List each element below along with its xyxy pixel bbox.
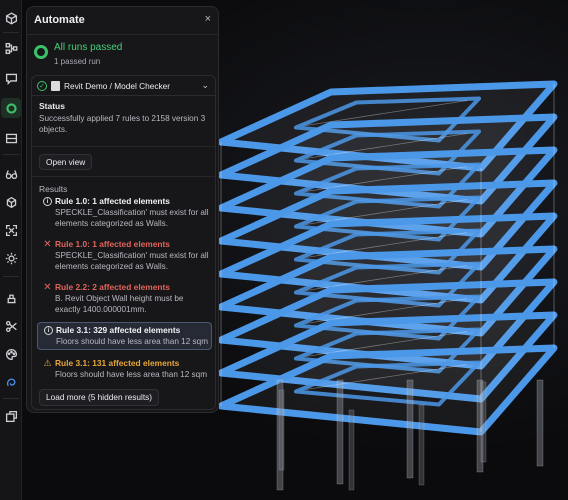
open-view-button[interactable]: Open view	[39, 154, 93, 170]
glasses-icon[interactable]	[1, 164, 21, 184]
measure-icon[interactable]	[1, 288, 21, 308]
viewer-toolbar	[0, 0, 22, 500]
column	[336, 379, 344, 485]
revit-logo-icon	[51, 81, 60, 91]
column	[480, 381, 487, 463]
result-title: Rule 2.2: 2 affected elements	[55, 282, 170, 292]
sun-icon[interactable]	[1, 248, 21, 268]
result-title: Rule 3.1: 329 affected elements	[56, 325, 181, 335]
column	[536, 379, 544, 467]
chevron-down-icon[interactable]: ⌄	[201, 80, 209, 91]
summary-title: All runs passed	[54, 42, 123, 53]
summary-subtitle: 1 passed run	[54, 57, 101, 66]
header-divider	[27, 34, 218, 35]
speckle-icon[interactable]	[1, 372, 21, 392]
palette-icon[interactable]	[1, 344, 21, 364]
column	[348, 409, 355, 491]
run-card: ✓ Revit Demo / Model Checker ⌄ Status Su…	[31, 75, 216, 410]
result-title: Rule 3.1: 131 affected elements	[55, 358, 180, 368]
results-label: Results	[39, 184, 68, 194]
info-icon: i	[44, 326, 53, 335]
close-icon[interactable]: ×	[205, 13, 211, 25]
automate-icon[interactable]	[1, 98, 21, 118]
explode-icon[interactable]	[1, 192, 21, 212]
zoom-extents-icon[interactable]	[1, 220, 21, 240]
comment-icon[interactable]	[1, 68, 21, 88]
result-item-selected[interactable]: i Rule 3.1: 329 affected elements Floors…	[37, 322, 212, 350]
warning-icon: ⚠	[43, 358, 52, 368]
viewer-root: Automate × All runs passed 1 passed run …	[0, 0, 568, 500]
result-description: B. Revit Object Wall height must be exac…	[55, 294, 184, 314]
result-description: Floors should have less area than 12 sqm	[55, 370, 208, 379]
model-3d-view[interactable]	[219, 40, 568, 500]
divider	[32, 176, 215, 177]
result-description: Floors should have less area than 12 sqm	[56, 337, 209, 346]
status-ring-icon	[34, 45, 48, 59]
panel-title: Automate	[34, 14, 85, 26]
layers-icon[interactable]	[1, 128, 21, 148]
automate-panel: Automate × All runs passed 1 passed run …	[26, 6, 219, 413]
cube-icon[interactable]	[1, 8, 21, 28]
result-item[interactable]: i Rule 1.0: 1 affected elements SPECKLE_…	[37, 194, 212, 234]
column	[406, 379, 414, 479]
status-text: Successfully applied 7 rules to 2158 ver…	[39, 114, 206, 134]
sections-icon[interactable]	[1, 406, 21, 426]
column	[418, 404, 425, 486]
check-circle-icon: ✓	[37, 81, 47, 91]
error-x-icon: ✕	[43, 282, 52, 293]
toolbar-divider	[3, 32, 19, 33]
run-name: Revit Demo / Model Checker	[64, 81, 171, 91]
result-item[interactable]: ✕ Rule 1.0: 1 affected elements SPECKLE_…	[37, 237, 212, 277]
load-more-button[interactable]: Load more (5 hidden results)	[39, 389, 160, 406]
result-title: Rule 1.0: 1 affected elements	[55, 196, 170, 206]
result-title: Rule 1.0: 1 affected elements	[55, 239, 170, 249]
status-label: Status	[39, 101, 65, 111]
toolbar-divider	[3, 276, 19, 277]
result-description: SPECKLE_Classification' must exist for a…	[55, 208, 209, 228]
node-graph-icon[interactable]	[1, 38, 21, 58]
column	[278, 389, 285, 471]
scissors-icon[interactable]	[1, 316, 21, 336]
info-icon: i	[43, 197, 52, 206]
result-item[interactable]: ⚠ Rule 3.1: 131 affected elements Floors…	[37, 356, 212, 384]
result-item[interactable]: ✕ Rule 2.2: 2 affected elements B. Revit…	[37, 280, 212, 320]
result-description: SPECKLE_Classification' must exist for a…	[55, 251, 209, 271]
run-header[interactable]: ✓ Revit Demo / Model Checker ⌄	[32, 76, 215, 96]
toolbar-divider	[3, 154, 19, 155]
divider	[32, 146, 215, 147]
error-x-icon: ✕	[43, 239, 52, 250]
toolbar-divider	[3, 398, 19, 399]
